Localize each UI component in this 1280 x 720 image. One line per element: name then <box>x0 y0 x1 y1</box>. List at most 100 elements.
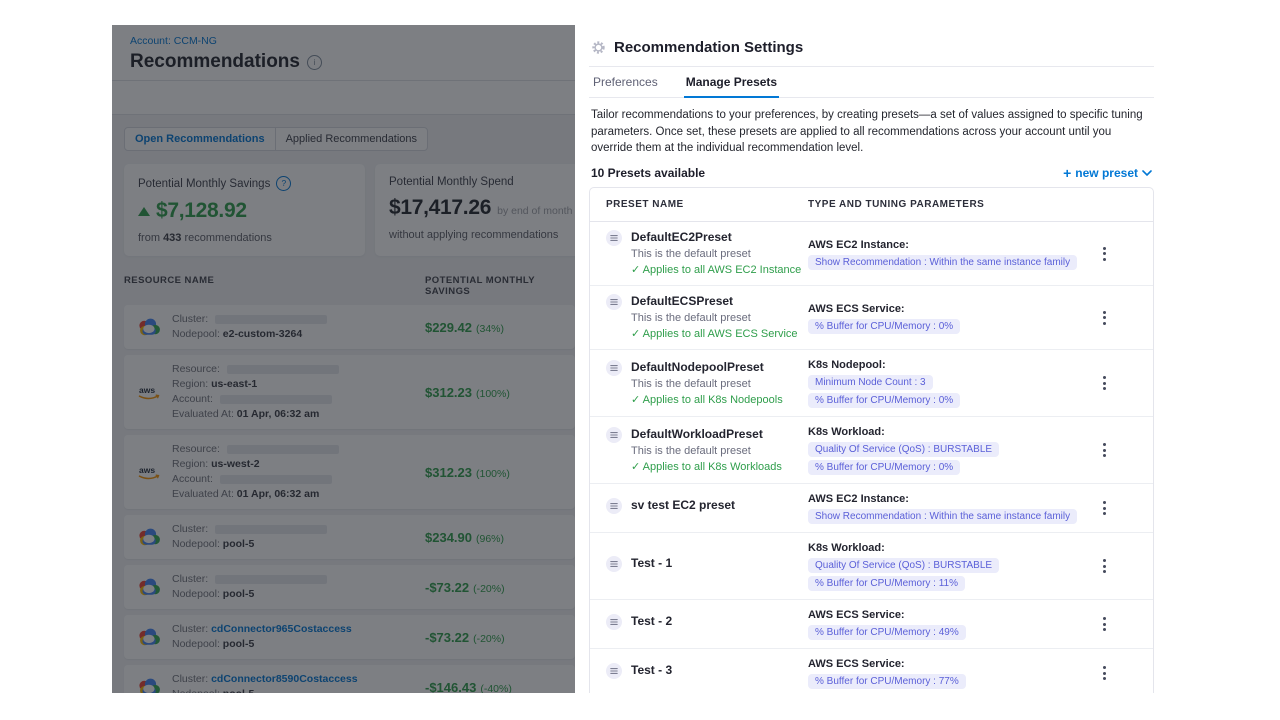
app-window: Account: CCM-NG Recommendations i Open R… <box>112 25 1168 693</box>
screenshot-canvas: Account: CCM-NG Recommendations i Open R… <box>0 0 1280 720</box>
applies-to-all-label: ✓ Applies to all K8s Workloads <box>631 460 782 474</box>
tuning-parameter-pill: % Buffer for CPU/Memory : 11% <box>808 576 965 591</box>
preset-info-cell: DefaultWorkloadPresetThis is the default… <box>606 427 808 474</box>
preset-info-cell: Test - 1 <box>606 556 808 577</box>
preset-type-label: AWS EC2 Instance: <box>808 238 1065 252</box>
preset-type-label: K8s Nodepool: <box>808 358 1065 372</box>
preset-options-menu-button[interactable] <box>1099 555 1110 577</box>
preset-text: DefaultWorkloadPresetThis is the default… <box>631 427 782 474</box>
preset-info-cell: DefaultNodepoolPreset This is the default… <box>606 360 808 407</box>
preset-name: Test - 2 <box>631 614 672 629</box>
preset-info-cell: Test - 3 <box>606 663 808 684</box>
preset-row[interactable]: DefaultWorkloadPresetThis is the default… <box>590 417 1153 484</box>
tab-preferences[interactable]: Preferences <box>591 67 660 98</box>
tuning-parameter-pill: % Buffer for CPU/Memory : 49% <box>808 625 966 640</box>
preset-drag-icon <box>606 663 622 679</box>
tuning-parameter-pill: Show Recommendation : Within the same in… <box>808 509 1077 524</box>
tuning-parameter-pill: % Buffer for CPU/Memory : 0% <box>808 319 960 334</box>
preset-row[interactable]: Test - 2 AWS ECS Service: % Buffer for CPU… <box>590 600 1153 649</box>
preset-name: Test - 3 <box>631 663 672 678</box>
preset-name-column-header: PRESET NAME <box>606 199 808 210</box>
tuning-parameters-cell: K8s Workload: Quality Of Service (QoS) : … <box>808 425 1065 475</box>
tuning-parameters-cell: AWS ECS Service:% Buffer for CPU/Memory … <box>808 657 1065 689</box>
panel-header: Recommendation Settings <box>589 25 1154 67</box>
preset-text: DefaultECSPreset This is the default pres… <box>631 294 798 341</box>
preset-text: Test - 2 <box>631 614 672 635</box>
preset-name: DefaultEC2Preset <box>631 230 801 245</box>
recommendations-page: Account: CCM-NG Recommendations i Open R… <box>112 25 575 693</box>
preset-name: Test - 1 <box>631 556 672 571</box>
applies-to-all-label: ✓ Applies to all AWS ECS Service <box>631 327 798 341</box>
preset-info-cell: sv test EC2 preset <box>606 498 808 519</box>
tuning-parameter-pill: Minimum Node Count : 3 <box>808 375 933 390</box>
plus-icon: + <box>1063 166 1071 180</box>
preset-drag-icon <box>606 556 622 572</box>
tuning-parameter-pill: Show Recommendation : Within the same in… <box>808 255 1077 270</box>
chevron-down-icon <box>1142 170 1152 176</box>
preset-description: This is the default preset <box>631 444 782 458</box>
preset-type-label: K8s Workload: <box>808 541 1065 555</box>
preset-text: DefaultEC2Preset This is the default pres… <box>631 230 801 277</box>
preset-options-menu-button[interactable] <box>1099 372 1110 394</box>
preset-type-label: AWS ECS Service: <box>808 608 1065 622</box>
preset-row[interactable]: Test - 1 K8s Workload: Quality Of Service … <box>590 533 1153 600</box>
preset-options-menu-button[interactable] <box>1099 243 1110 265</box>
tuning-parameters-cell: AWS EC2 Instance:Show Recommendation : W… <box>808 492 1065 524</box>
preset-type-label: AWS ECS Service: <box>808 302 1065 316</box>
preset-info-cell: DefaultEC2Preset This is the default pres… <box>606 230 808 277</box>
presets-toolbar: 10 Presets available + new preset <box>591 166 1152 180</box>
tab-manage-presets[interactable]: Manage Presets <box>684 67 779 98</box>
tuning-parameters-cell: AWS ECS Service: % Buffer for CPU/Memory … <box>808 302 1065 334</box>
tuning-parameters-cell: K8s Nodepool: Minimum Node Count : 3 % Buf… <box>808 358 1065 408</box>
preset-description: This is the default preset <box>631 377 783 391</box>
tuning-parameter-pill: Quality Of Service (QoS) : BURSTABLE <box>808 558 999 573</box>
preset-row[interactable]: DefaultNodepoolPreset This is the default… <box>590 350 1153 417</box>
preset-row[interactable]: Test - 3 AWS ECS Service:% Buffer for CPU… <box>590 649 1153 693</box>
preset-name: DefaultECSPreset <box>631 294 798 309</box>
preset-type-label: AWS EC2 Instance: <box>808 492 1065 506</box>
applies-to-all-label: ✓ Applies to all AWS EC2 Instance <box>631 263 801 277</box>
preset-options-menu-button[interactable] <box>1099 439 1110 461</box>
tuning-parameter-pill: % Buffer for CPU/Memory : 0% <box>808 460 960 475</box>
tuning-parameters-cell: AWS EC2 Instance:Show Recommendation : W… <box>808 238 1065 270</box>
preset-info-cell: DefaultECSPreset This is the default pres… <box>606 294 808 341</box>
preset-options-menu-button[interactable] <box>1099 613 1110 635</box>
preset-name: sv test EC2 preset <box>631 498 735 513</box>
preset-description: This is the default preset <box>631 247 801 261</box>
preset-row[interactable]: DefaultEC2Preset This is the default pres… <box>590 222 1153 286</box>
preset-options-menu-button[interactable] <box>1099 497 1110 519</box>
preset-drag-icon <box>606 614 622 630</box>
preset-text: Test - 1 <box>631 556 672 577</box>
presets-table-body: DefaultEC2Preset This is the default pres… <box>590 222 1153 693</box>
presets-table: PRESET NAME TYPE AND TUNING PARAMETERS D… <box>589 187 1154 693</box>
new-preset-button[interactable]: + new preset <box>1063 166 1152 180</box>
applies-to-all-label: ✓ Applies to all K8s Nodepools <box>631 393 783 407</box>
preset-row[interactable]: DefaultECSPreset This is the default pres… <box>590 286 1153 350</box>
preset-row[interactable]: sv test EC2 presetAWS EC2 Instance:Show … <box>590 484 1153 533</box>
tuning-parameters-cell: AWS ECS Service: % Buffer for CPU/Memory … <box>808 608 1065 640</box>
preset-type-label: K8s Workload: <box>808 425 1065 439</box>
settings-tab-group: Preferences Manage Presets <box>589 67 1154 98</box>
panel-title: Recommendation Settings <box>614 38 803 57</box>
preset-options-menu-button[interactable] <box>1099 662 1110 684</box>
preset-drag-icon <box>606 360 622 376</box>
recommendation-settings-panel: Recommendation Settings Preferences Mana… <box>575 25 1168 693</box>
presets-table-header: PRESET NAME TYPE AND TUNING PARAMETERS <box>590 188 1153 222</box>
preset-description: This is the default preset <box>631 311 798 325</box>
preset-text: Test - 3 <box>631 663 672 684</box>
tuning-parameter-pill: % Buffer for CPU/Memory : 0% <box>808 393 960 408</box>
presets-count: 10 Presets available <box>591 166 705 180</box>
preset-name: DefaultNodepoolPreset <box>631 360 783 375</box>
tuning-parameters-cell: K8s Workload: Quality Of Service (QoS) : … <box>808 541 1065 591</box>
modal-overlay[interactable] <box>112 25 575 693</box>
presets-description: Tailor recommendations to your preferenc… <box>591 107 1152 157</box>
preset-type-label: AWS ECS Service: <box>808 657 1065 671</box>
preset-options-menu-button[interactable] <box>1099 307 1110 329</box>
preset-info-cell: Test - 2 <box>606 614 808 635</box>
tuning-parameter-pill: Quality Of Service (QoS) : BURSTABLE <box>808 442 999 457</box>
gear-icon <box>591 40 606 55</box>
preset-drag-icon <box>606 294 622 310</box>
preset-text: sv test EC2 preset <box>631 498 735 519</box>
preset-drag-icon <box>606 498 622 514</box>
preset-drag-icon <box>606 427 622 443</box>
